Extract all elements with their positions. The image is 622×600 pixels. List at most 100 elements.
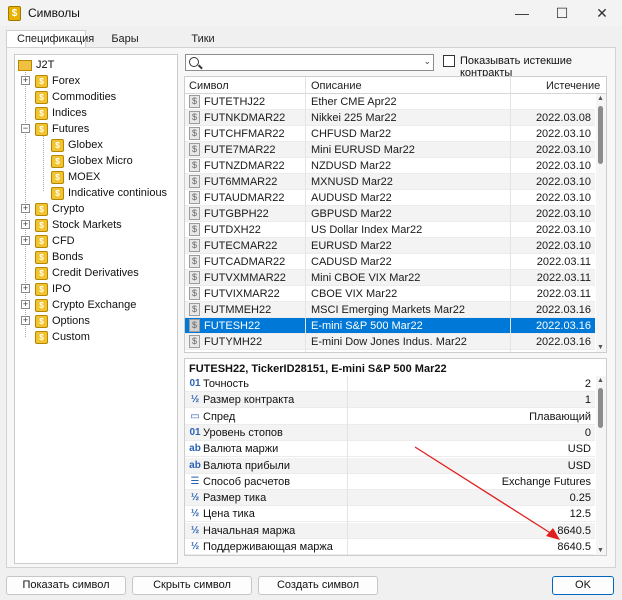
expand-icon[interactable]: + — [21, 220, 30, 229]
table-row[interactable]: $ FUT6MMAR22 MXNUSD Mar22 2022.03.10 — [185, 174, 595, 190]
expand-icon[interactable]: + — [21, 76, 30, 85]
symbol-cell: FUTVXMMAR22 — [204, 272, 286, 284]
tree-item-crypto-exchange[interactable]: $ Crypto Exchange — [35, 297, 136, 313]
table-row[interactable]: $ FUTYMH22 E-mini Dow Jones Indus. Mar22 20… — [185, 334, 595, 350]
show-expired-checkbox[interactable] — [443, 55, 455, 67]
collapse-icon[interactable]: − — [21, 124, 30, 133]
expand-icon[interactable]: + — [21, 300, 30, 309]
symbol-dollar-icon: $ — [189, 287, 200, 300]
spec-label: Валюта прибыли — [203, 459, 290, 472]
tree-item-globex-micro[interactable]: $ Globex Micro — [51, 153, 133, 169]
create-symbol-button[interactable]: Создать символ — [258, 576, 378, 595]
column-header-symbol[interactable]: Символ — [189, 80, 229, 92]
tree-item-cfd[interactable]: $ CFD — [35, 233, 75, 249]
window-title: Символы — [28, 6, 80, 20]
tree-item-bonds[interactable]: $ Bonds — [35, 249, 83, 265]
scroll-down-icon[interactable]: ▼ — [597, 344, 604, 351]
table-row[interactable]: $ FUTVXMMAR22 Mini CBOE VIX Mar22 2022.03.1… — [185, 270, 595, 286]
spec-row: ☰ Способ расчетов Exchange Futures — [185, 474, 595, 490]
hide-symbol-button[interactable]: Скрыть символ — [132, 576, 252, 595]
maximize-button[interactable]: ☐ — [542, 0, 582, 26]
tree-item-custom[interactable]: $ Custom — [35, 329, 90, 345]
spec-value: 12.5 — [569, 508, 591, 521]
tree-item-indicative-continious[interactable]: $ Indicative continious — [51, 185, 167, 201]
column-divider — [510, 94, 511, 352]
property-type-icon: 01 — [189, 426, 201, 438]
table-row[interactable]: $ FUTE7MAR22 Mini EURUSD Mar22 2022.03.10 — [185, 142, 595, 158]
table-row[interactable]: $ FUTNZDMAR22 NZDUSD Mar22 2022.03.10 — [185, 158, 595, 174]
table-row[interactable]: $ FUTVIXMAR22 CBOE VIX Mar22 2022.03.11 — [185, 286, 595, 302]
tab-specification[interactable]: Спецификация — [6, 30, 94, 48]
table-row[interactable]: $ FUTDXH22 US Dollar Index Mar22 2022.03.10 — [185, 222, 595, 238]
spec-title: FUTESH22, TickerID28151, E-mini S&P 500 … — [189, 363, 447, 375]
folder-dollar-icon: $ — [51, 154, 64, 168]
expand-icon[interactable]: + — [21, 284, 30, 293]
title-bar: $ Символы — ☐ ✕ — [0, 0, 622, 26]
folder-dollar-icon: $ — [51, 186, 64, 200]
tree-item-moex[interactable]: $ MOEX — [51, 169, 100, 185]
column-header-expiry[interactable]: Истечение — [546, 80, 600, 92]
folder-open-icon — [18, 59, 32, 71]
scroll-thumb[interactable] — [598, 106, 603, 164]
symbols-scrollbar[interactable]: ▲ ▼ — [596, 94, 606, 352]
search-input[interactable] — [202, 56, 417, 69]
scroll-up-icon[interactable]: ▲ — [597, 95, 604, 102]
folder-dollar-icon: $ — [35, 298, 48, 312]
symbol-cell: FUTAUDMAR22 — [204, 192, 285, 204]
expiry-cell: 2022.03.16 — [535, 304, 591, 316]
symbol-search[interactable]: ⌄ — [185, 54, 434, 71]
show-symbol-button[interactable]: Показать символ — [6, 576, 126, 595]
table-row[interactable]: $ FUTAUDMAR22 AUDUSD Mar22 2022.03.10 — [185, 190, 595, 206]
tree-item-globex[interactable]: $ Globex — [51, 137, 103, 153]
expand-icon[interactable]: + — [21, 204, 30, 213]
minimize-button[interactable]: — — [502, 0, 542, 26]
spec-label: Способ расчетов — [203, 475, 291, 488]
scroll-thumb[interactable] — [598, 388, 603, 428]
tree-item-ipo[interactable]: $ IPO — [35, 281, 71, 297]
tree-item-commodities[interactable]: $ Commodities — [35, 89, 116, 105]
table-row[interactable]: $ FUTETHJ22 Ether CME Apr22 — [185, 94, 595, 110]
tree-item-credit-derivatives[interactable]: $ Credit Derivatives — [35, 265, 139, 281]
expand-icon[interactable]: + — [21, 236, 30, 245]
tree-item-stock-markets[interactable]: $ Stock Markets — [35, 217, 122, 233]
tree-item-crypto[interactable]: $ Crypto — [35, 201, 84, 217]
symbol-cell: FUTVIXMAR22 — [204, 288, 280, 300]
close-button[interactable]: ✕ — [582, 0, 622, 26]
tree-item-options[interactable]: $ Options — [35, 313, 90, 329]
symbol-cell: FUTDXH22 — [204, 224, 261, 236]
property-type-icon: ☰ — [190, 475, 200, 487]
tab-ticks[interactable]: Тики — [164, 30, 242, 48]
tree-root[interactable]: J2T — [18, 57, 54, 73]
scroll-down-icon[interactable]: ▼ — [597, 547, 604, 554]
symbol-dollar-icon: $ — [189, 319, 200, 332]
table-row[interactable]: $ FUTNKDMAR22 Nikkei 225 Mar22 2022.03.08 — [185, 110, 595, 126]
symbol-group-tree[interactable]: J2T $ Forex + $ Commodities $ Indices $ Futu… — [14, 54, 178, 564]
table-row[interactable]: $ FUTGBPH22 GBPUSD Mar22 2022.03.10 — [185, 206, 595, 222]
scroll-up-icon[interactable]: ▲ — [597, 377, 604, 384]
folder-dollar-icon: $ — [35, 250, 48, 264]
spec-label: Размер тика — [203, 492, 267, 505]
expiry-cell: 2022.03.10 — [535, 160, 591, 172]
symbol-cell: FUTCHFMAR22 — [204, 128, 285, 140]
tab-bars[interactable]: Бары — [86, 30, 164, 48]
spec-row: ½ Поддерживающая маржа 8640.5 — [185, 539, 595, 555]
expand-icon[interactable]: + — [21, 316, 30, 325]
symbol-cell: FUTETHJ22 — [204, 96, 266, 108]
symbol-dollar-icon: $ — [189, 271, 200, 284]
chevron-down-icon[interactable]: ⌄ — [423, 56, 431, 67]
symbol-dollar-icon: $ — [189, 255, 200, 268]
spec-scrollbar[interactable]: ▲ ▼ — [596, 376, 606, 555]
column-header-description[interactable]: Описание — [311, 80, 362, 92]
table-row[interactable]: $ FUTCADMAR22 CADUSD Mar22 2022.03.11 — [185, 254, 595, 270]
table-row[interactable]: $ FUTESH22 E-mini S&P 500 Mar22 2022.03.16 — [185, 318, 595, 334]
symbols-table[interactable]: Символ Описание Истечение $ FUTETHJ22 Ethe… — [184, 76, 607, 353]
tree-item-futures[interactable]: $ Futures — [35, 121, 89, 137]
description-cell: NZDUSD Mar22 — [311, 160, 392, 172]
table-row[interactable]: $ FUTMMEH22 MSCI Emerging Markets Mar22 202… — [185, 302, 595, 318]
tree-item-indices[interactable]: $ Indices — [35, 105, 87, 121]
table-row[interactable]: $ FUTECMAR22 EURUSD Mar22 2022.03.10 — [185, 238, 595, 254]
ok-button[interactable]: OK — [552, 576, 614, 595]
tree-item-forex[interactable]: $ Forex — [35, 73, 80, 89]
symbol-cell: FUTMMEH22 — [204, 304, 272, 316]
table-row[interactable]: $ FUTCHFMAR22 CHFUSD Mar22 2022.03.10 — [185, 126, 595, 142]
